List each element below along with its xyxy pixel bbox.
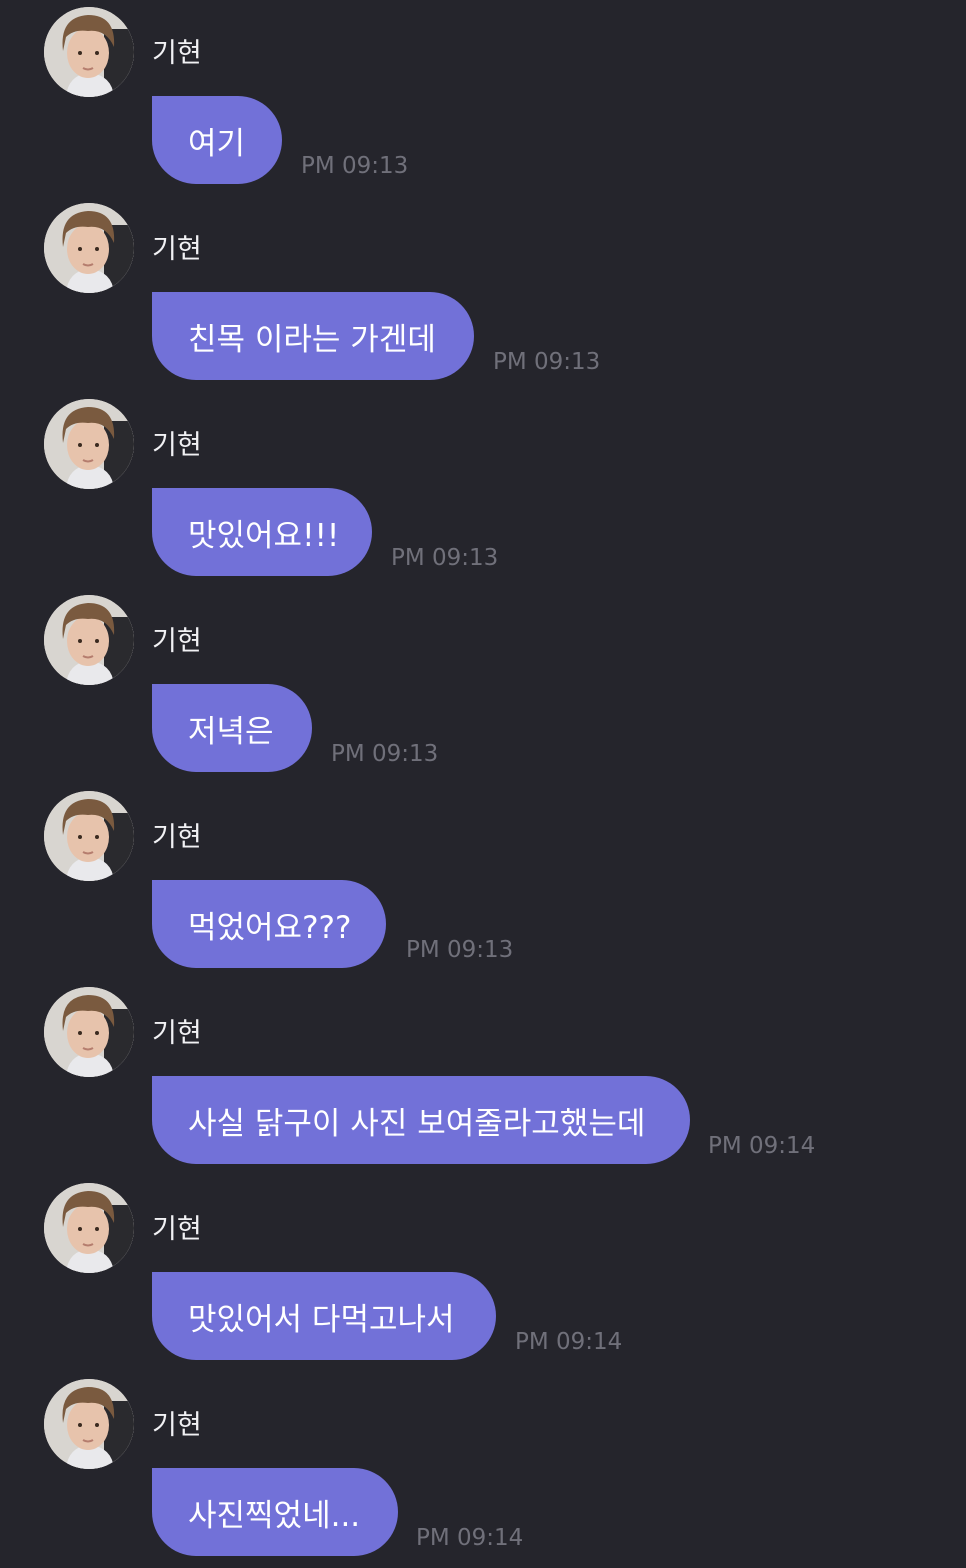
message-timestamp: PM 09:14 [515, 1329, 623, 1355]
profile-photo-icon [44, 399, 134, 489]
message-timestamp: PM 09:13 [493, 349, 601, 375]
message-timestamp: PM 09:13 [406, 937, 514, 963]
sender-avatar[interactable] [44, 399, 134, 489]
message-timestamp: PM 09:13 [301, 153, 409, 179]
message-row: 기현 사진찍었네... PM 09:14 [0, 1372, 966, 1568]
profile-photo-icon [44, 1379, 134, 1469]
sender-name: 기현 [152, 1214, 202, 1245]
sender-avatar[interactable] [44, 1183, 134, 1273]
message-row: 기현 사실 닭구이 사진 보여줄라고했는데 PM 09:14 [0, 980, 966, 1176]
sender-name: 기현 [152, 234, 202, 265]
sender-avatar[interactable] [44, 595, 134, 685]
message-bubble[interactable]: 맛있어요!!! [152, 488, 372, 576]
message-row: 기현 먹었어요??? PM 09:13 [0, 784, 966, 980]
message-timestamp: PM 09:13 [331, 741, 439, 767]
sender-name: 기현 [152, 38, 202, 69]
message-timestamp: PM 09:14 [708, 1133, 816, 1159]
chat-message-list: 기현 여기 PM 09:13 기현 친목 이라는 가겐데 PM 09:13 기현… [0, 0, 966, 1568]
message-bubble[interactable]: 사진찍었네... [152, 1468, 398, 1556]
sender-avatar[interactable] [44, 987, 134, 1077]
message-row: 기현 맛있어요!!! PM 09:13 [0, 392, 966, 588]
message-bubble[interactable]: 여기 [152, 96, 282, 184]
profile-photo-icon [44, 203, 134, 293]
sender-avatar[interactable] [44, 7, 134, 97]
sender-avatar[interactable] [44, 203, 134, 293]
message-row: 기현 저녁은 PM 09:13 [0, 588, 966, 784]
sender-name: 기현 [152, 822, 202, 853]
sender-avatar[interactable] [44, 791, 134, 881]
message-timestamp: PM 09:13 [391, 545, 499, 571]
message-row: 기현 여기 PM 09:13 [0, 0, 966, 196]
sender-name: 기현 [152, 1018, 202, 1049]
message-bubble[interactable]: 친목 이라는 가겐데 [152, 292, 474, 380]
message-row: 기현 친목 이라는 가겐데 PM 09:13 [0, 196, 966, 392]
profile-photo-icon [44, 1183, 134, 1273]
profile-photo-icon [44, 791, 134, 881]
sender-name: 기현 [152, 626, 202, 657]
message-timestamp: PM 09:14 [416, 1525, 524, 1551]
message-bubble[interactable]: 먹었어요??? [152, 880, 386, 968]
message-row: 기현 맛있어서 다먹고나서 PM 09:14 [0, 1176, 966, 1372]
profile-photo-icon [44, 987, 134, 1077]
sender-name: 기현 [152, 1410, 202, 1441]
profile-photo-icon [44, 595, 134, 685]
message-bubble[interactable]: 사실 닭구이 사진 보여줄라고했는데 [152, 1076, 690, 1164]
message-bubble[interactable]: 맛있어서 다먹고나서 [152, 1272, 496, 1360]
sender-name: 기현 [152, 430, 202, 461]
sender-avatar[interactable] [44, 1379, 134, 1469]
profile-photo-icon [44, 7, 134, 97]
message-bubble[interactable]: 저녁은 [152, 684, 312, 772]
